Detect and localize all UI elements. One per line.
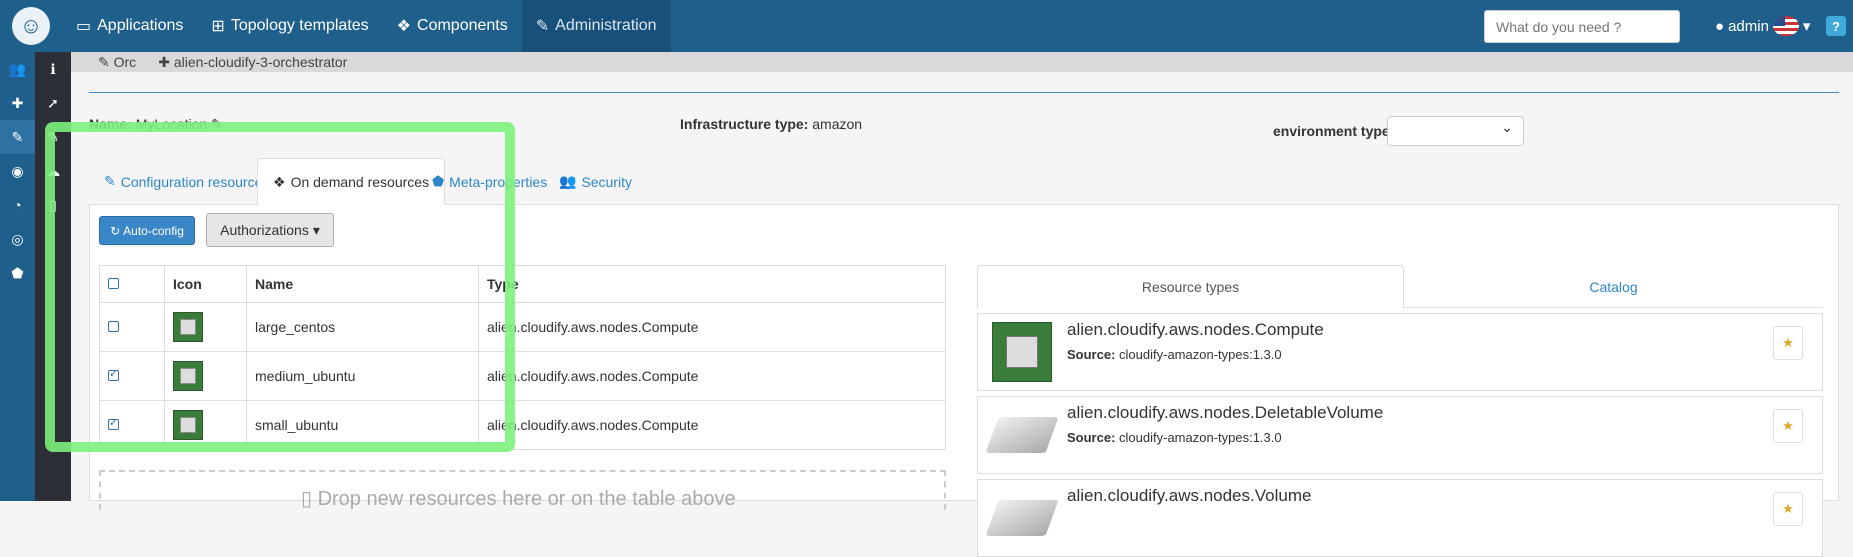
resource-types-panel: Resource types Catalog alien.cloudify.aw… (977, 265, 1823, 557)
edit-icon[interactable]: ✎ (211, 116, 223, 132)
source-line: Source: cloudify-amazon-types:1.3.0 (1067, 347, 1282, 362)
rocket-icon[interactable]: ➚ (35, 86, 71, 120)
primary-sidebar: 👥 ✚ ✎ ◉ ◔ ◎ ⬟ (0, 52, 35, 501)
search-input[interactable] (1484, 10, 1680, 43)
nav-applications[interactable]: ▭ Applications (62, 0, 197, 52)
star-icon[interactable]: ★ (1773, 326, 1803, 360)
tab-configuration-resources[interactable]: ✎ Configuration resources (89, 158, 284, 205)
column-header-type: Type (478, 265, 946, 303)
resources-table: Icon Name Type large_centos alien.cloudi… (99, 265, 946, 450)
volume-icon (985, 500, 1059, 536)
top-navbar: ☺ ▭ Applications ⊞ Topology templates ❖ Com… (0, 0, 1853, 52)
globe-icon[interactable]: ◉ (0, 154, 35, 188)
environment-type-label: environment type: (1273, 123, 1395, 139)
row-checkbox[interactable] (108, 367, 119, 381)
caret-down-icon: ▾ (312, 221, 320, 238)
users-icon[interactable]: 👥 (0, 52, 35, 86)
star-icon[interactable]: ★ (1773, 492, 1803, 526)
user-icon: ● (1715, 17, 1725, 35)
magic-icon[interactable]: ✎ (0, 120, 35, 154)
column-header-name: Name (246, 265, 479, 303)
row-checkbox[interactable] (108, 321, 119, 332)
source-line: Source: cloudify-amazon-types:1.3.0 (1067, 430, 1282, 445)
users-icon: 👥 (559, 173, 577, 189)
volume-icon (985, 417, 1059, 453)
table-row[interactable]: medium_ubuntu alien.cloudify.aws.nodes.C… (99, 351, 946, 401)
divider (89, 92, 1839, 93)
nav-topology-templates[interactable]: ⊞ Topology templates (197, 0, 382, 52)
compute-icon (173, 312, 203, 342)
puzzle-icon[interactable]: ✚ (0, 86, 35, 120)
magic-icon: ✎ (98, 53, 110, 70)
resource-type-item[interactable]: alien.cloudify.aws.nodes.DeletableVolume… (977, 396, 1823, 474)
tags-icon: ⬟ (432, 173, 445, 189)
column-header-icon: Icon (164, 265, 247, 303)
table-row[interactable]: large_centos alien.cloudify.aws.nodes.Co… (99, 302, 946, 352)
user-menu[interactable]: ● admin ▾ (1715, 0, 1810, 52)
secondary-sidebar: ℹ ➚ ✎ ☁ ▯ (35, 52, 71, 501)
file-icon: ▯ (301, 488, 313, 510)
breadcrumb: ✎ Orc ✚ alien-cloudify-3-orchestrator (71, 52, 1853, 72)
help-button[interactable]: ? (1826, 16, 1846, 36)
table-row[interactable]: small_ubuntu alien.cloudify.aws.nodes.Co… (99, 400, 946, 450)
row-checkbox[interactable] (108, 416, 119, 430)
compute-icon (173, 361, 203, 391)
resource-type-item[interactable]: alien.cloudify.aws.nodes.Volume ★ (977, 479, 1823, 557)
logo[interactable]: ☺ (0, 0, 62, 52)
resource-dropzone[interactable]: ▯ Drop new resources here or on the tabl… (99, 470, 946, 510)
environment-type-select[interactable] (1387, 116, 1524, 146)
auto-config-button[interactable]: ↻ Auto-config (99, 216, 195, 245)
caret-down-icon: ▾ (1802, 18, 1811, 35)
infrastructure-type: Infrastructure type: amazon (680, 116, 863, 132)
breadcrumb-item-orchestrator[interactable]: ✚ alien-cloudify-3-orchestrator (158, 54, 347, 71)
resource-types-tabs: Resource types Catalog (977, 265, 1823, 309)
puzzle-icon: ✚ (158, 53, 170, 70)
compute-icon (173, 410, 203, 440)
sitemap-icon: ⊞ (211, 18, 225, 35)
info-icon[interactable]: ℹ (35, 52, 71, 86)
select-all-checkbox[interactable] (108, 278, 119, 289)
tab-resource-types[interactable]: Resource types (977, 265, 1404, 309)
star-icon[interactable]: ★ (1773, 409, 1803, 443)
alien-logo-icon: ☺ (12, 7, 50, 45)
us-flag-icon (1772, 16, 1799, 36)
resource-type-item[interactable]: alien.cloudify.aws.nodes.Compute Source:… (977, 313, 1823, 391)
main-content: Name: MyLocation ✎ Infrastructure type: … (71, 72, 1853, 557)
nav-administration[interactable]: ✎ Administration (521, 0, 671, 52)
tags-icon[interactable]: ⬟ (0, 256, 35, 290)
file-icon[interactable]: ▯ (35, 188, 71, 222)
eye-icon[interactable]: ◎ (0, 222, 35, 256)
dashboard-icon[interactable]: ◔ (0, 188, 35, 222)
authorizations-button[interactable]: Authorizations ▾ (206, 213, 334, 247)
location-tabs: ✎ Configuration resources ❖ On demand reso… (89, 158, 1839, 206)
wrench-icon: ✎ (104, 173, 116, 189)
cloud-icon[interactable]: ☁ (35, 154, 71, 188)
magic-icon[interactable]: ✎ (35, 120, 71, 154)
cubes-icon: ❖ (273, 173, 286, 190)
table-header-row: Icon Name Type (99, 265, 946, 303)
wrench-icon: ✎ (535, 18, 550, 35)
desktop-icon: ▭ (76, 18, 92, 35)
location-name: Name: MyLocation ✎ (89, 116, 223, 132)
nav-components[interactable]: ❖ Components (383, 0, 522, 52)
tab-meta-properties[interactable]: ⬟ Meta-properties (417, 158, 562, 205)
refresh-icon: ↻ (110, 223, 121, 238)
breadcrumb-item-orc[interactable]: ✎ Orc (98, 54, 136, 71)
compute-icon (992, 322, 1052, 382)
tab-catalog[interactable]: Catalog (1404, 265, 1823, 308)
cubes-icon: ❖ (396, 18, 412, 35)
tab-security[interactable]: 👥 Security (544, 158, 647, 205)
